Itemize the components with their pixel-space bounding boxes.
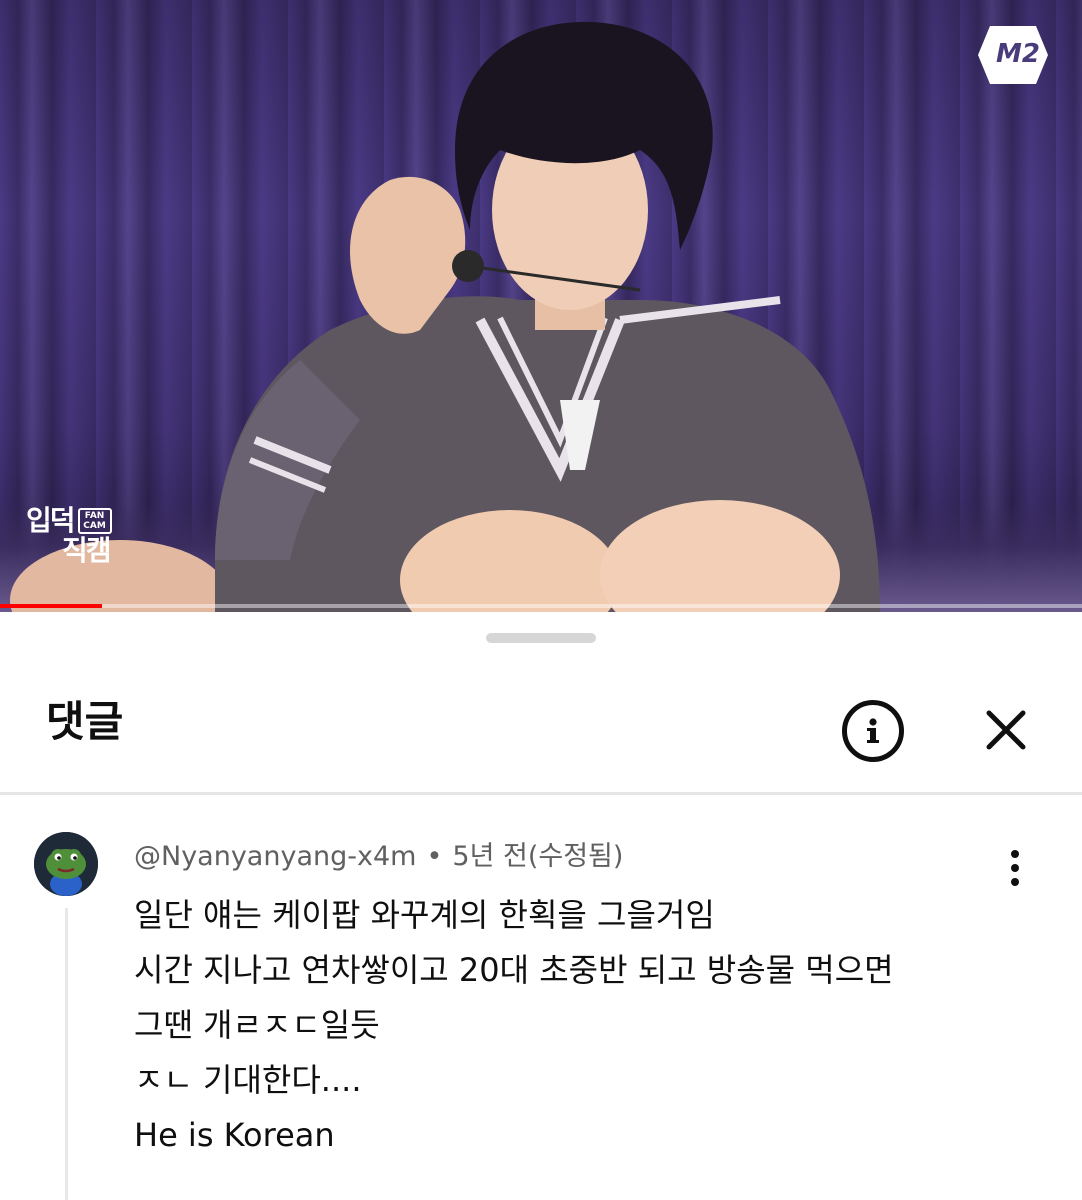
sheet-title: 댓글 xyxy=(46,697,124,746)
video-progress-bar[interactable] xyxy=(0,604,1082,608)
comment-line: 시간 지나고 연차쌓이고 20대 초중반 되고 방송물 먹으면 xyxy=(134,951,894,989)
video-player[interactable]: M2 입덕 FAN CAM 직캠 xyxy=(0,0,1082,612)
info-button[interactable] xyxy=(842,700,904,762)
comment-line: 일단 얘는 케이팝 와꾸계의 한획을 그을거임 xyxy=(134,896,715,934)
video-frame-performer xyxy=(10,21,880,612)
more-vert-icon-dot xyxy=(1011,850,1019,858)
comment-line: He is Korean xyxy=(134,1116,335,1154)
comments-sheet: 댓글 @Nyanyanyang-x4m • 5년 전(수정됨) 일단 얘는 케이… xyxy=(0,612,1082,1200)
header-divider xyxy=(0,792,1082,795)
sheet-drag-handle[interactable] xyxy=(486,633,596,643)
fancam-logo-tag: FAN CAM xyxy=(77,508,112,534)
meta-separator: • xyxy=(426,841,443,872)
comment-time: 5년 전(수정됨) xyxy=(452,841,624,872)
info-icon xyxy=(867,718,879,743)
comment-meta: @Nyanyanyang-x4m • 5년 전(수정됨) xyxy=(134,840,623,874)
fancam-logo-line1: 입덕 xyxy=(26,504,76,537)
comment-more-button[interactable] xyxy=(1000,848,1030,888)
channel-logo-m2: M2 xyxy=(978,26,1048,84)
comment-body: 일단 얘는 케이팝 와꾸계의 한획을 그을거임 시간 지나고 연차쌓이고 20대… xyxy=(134,888,894,1163)
close-icon xyxy=(986,710,1026,750)
fancam-logo-line2: 직캠 xyxy=(62,534,112,567)
comment-author[interactable]: @Nyanyanyang-x4m xyxy=(134,841,416,872)
video-progress-fill xyxy=(0,604,102,608)
reply-thread-line xyxy=(65,908,68,1200)
avatar[interactable] xyxy=(34,832,98,896)
channel-logo-text: M2 xyxy=(996,39,1040,69)
comment-line: ㅈㄴ 기대한다.... xyxy=(134,1061,362,1099)
more-vert-icon-dot xyxy=(1011,878,1019,886)
comment-line: 그땐 개ㄹㅈㄷ일듯 xyxy=(134,1006,380,1044)
more-vert-icon-dot xyxy=(1011,864,1019,872)
frog-avatar-icon xyxy=(34,832,98,896)
close-button[interactable] xyxy=(978,702,1034,758)
fancam-logo: 입덕 FAN CAM 직캠 xyxy=(26,506,112,566)
